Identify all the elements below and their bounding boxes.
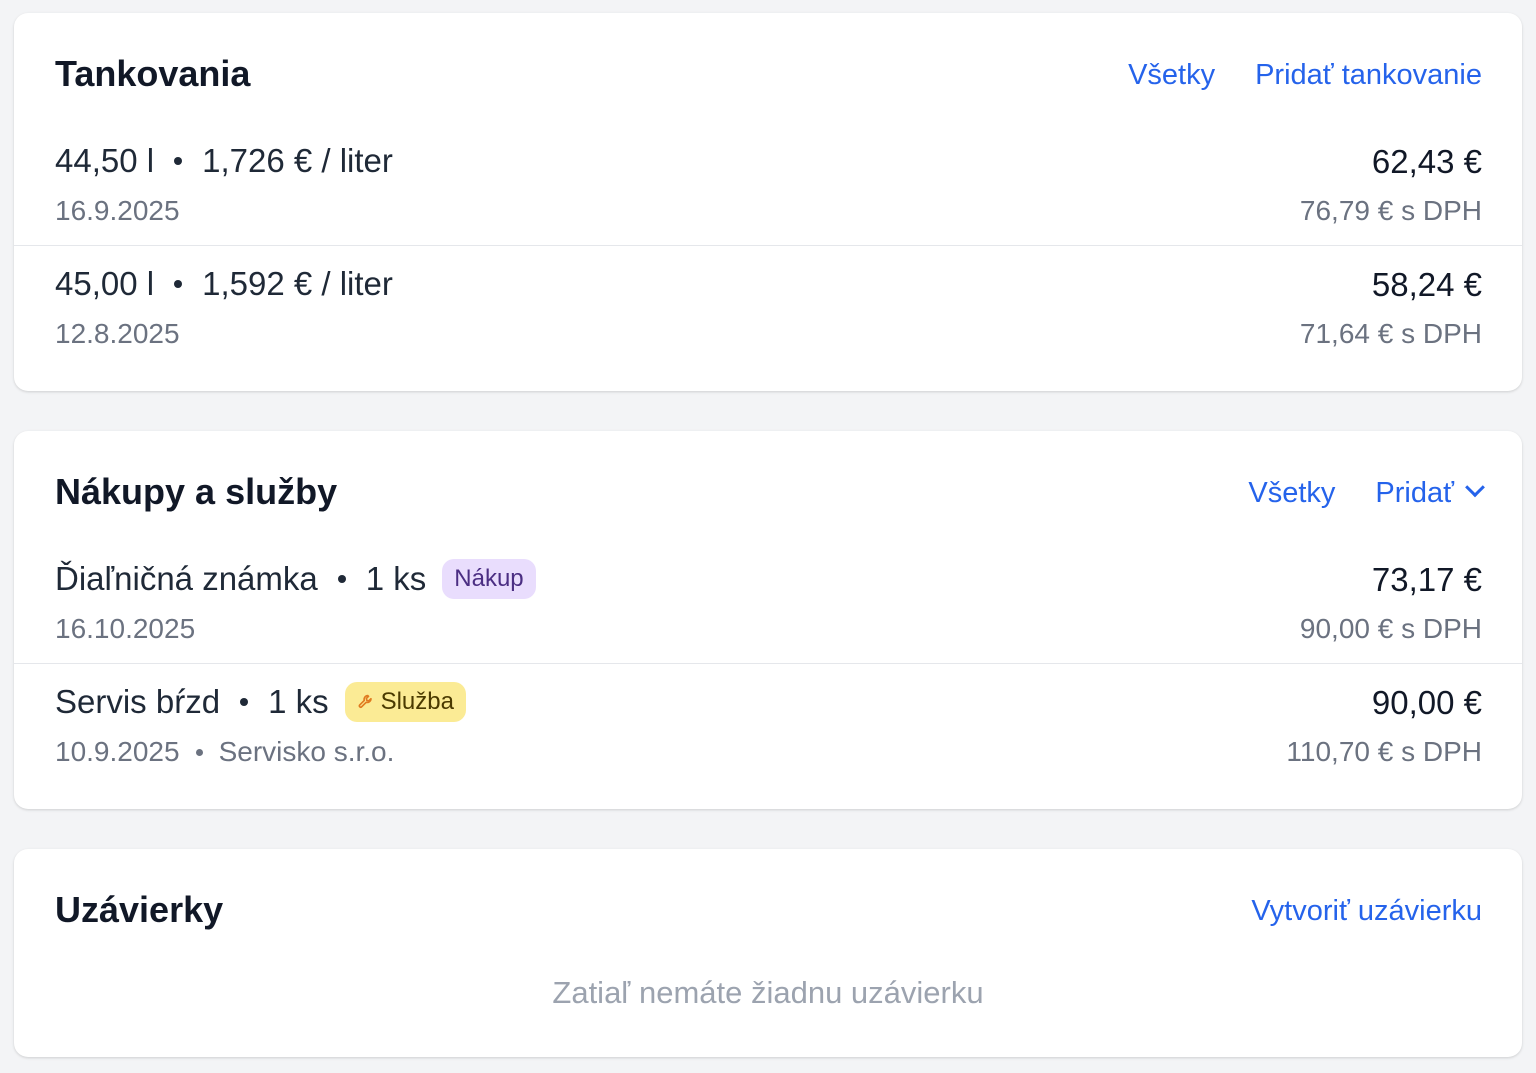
purchases-actions: Všetky Pridať: [1248, 475, 1485, 511]
purchase-price: 73,17 €: [1371, 561, 1482, 598]
fuel-price: 58,24 €: [1371, 266, 1482, 303]
fuel-title: Tankovania: [55, 53, 251, 94]
separator-dot: [195, 748, 203, 756]
purchase-qty: 1 ks: [268, 683, 329, 720]
fuel-price: 62,43 €: [1371, 143, 1482, 180]
fuel-unit-price: 1,592 € / liter: [202, 265, 393, 302]
add-purchase-label: Pridať: [1375, 477, 1454, 509]
fuel-card-header: Tankovania Všetky Pridať tankovanie: [14, 13, 1522, 123]
purchase-vendor: Servisko s.r.o.: [218, 736, 395, 767]
purchase-date: 16.10.2025: [55, 613, 196, 644]
purchase-sub: 10.9.2025 Servisko s.r.o.: [55, 732, 394, 772]
closings-card-header: Uzávierky Vytvoriť uzávierku: [14, 849, 1522, 959]
purchase-row-main: Ďiaľničná známka 1 ks Nákup: [55, 551, 536, 607]
purchase-sub: 16.10.2025: [55, 609, 195, 649]
closings-empty-state: Zatiaľ nemáte žiadnu uzávierku: [552, 975, 984, 1010]
fuel-liters: 45,00 l: [55, 265, 155, 302]
fuel-date: 12.8.2025: [55, 318, 180, 349]
separator-dot: [174, 157, 183, 165]
service-badge: Služba: [344, 682, 466, 722]
purchases-card: Nákupy a služby Všetky Pridať Ďiaľničná …: [14, 431, 1522, 809]
purchase-name: Servis bŕzd: [55, 683, 221, 720]
add-purchase-dropdown[interactable]: Pridať: [1375, 475, 1485, 511]
purchase-row[interactable]: Servis bŕzd 1 ks Služba 10.9.2025 Servis…: [14, 663, 1522, 809]
purchase-price-vat: 90,00 € s DPH: [1299, 613, 1482, 644]
purchase-badge-label: Nákup: [454, 565, 524, 592]
purchases-all-link[interactable]: Všetky: [1248, 475, 1335, 511]
fuel-card: Tankovania Všetky Pridať tankovanie 44,5…: [14, 13, 1522, 391]
create-closing-link[interactable]: Vytvoriť uzávierku: [1251, 893, 1482, 929]
service-badge-label: Služba: [380, 688, 454, 715]
fuel-price-vat: 71,64 € s DPH: [1299, 318, 1482, 349]
purchase-badge: Nákup: [442, 559, 536, 599]
fuel-liters: 44,50 l: [55, 142, 155, 179]
separator-dot: [174, 280, 183, 288]
closings-card: Uzávierky Vytvoriť uzávierku Zatiaľ nemá…: [14, 849, 1522, 1057]
fuel-row[interactable]: 45,00 l 1,592 € / liter 12.8.2025 58,24 …: [14, 245, 1522, 391]
separator-dot: [337, 575, 346, 583]
fuel-row-main: 45,00 l 1,592 € / liter: [55, 256, 393, 312]
closings-actions: Vytvoriť uzávierku: [1251, 893, 1482, 929]
purchase-name: Ďiaľničná známka: [55, 560, 318, 597]
fuel-date: 16.9.2025: [55, 195, 180, 226]
fuel-all-link[interactable]: Všetky: [1128, 57, 1215, 93]
purchase-price: 90,00 €: [1371, 684, 1482, 721]
add-fuel-link[interactable]: Pridať tankovanie: [1255, 57, 1482, 93]
purchase-date: 10.9.2025: [55, 736, 180, 767]
purchase-price-vat: 110,70 € s DPH: [1286, 736, 1482, 767]
closings-title: Uzávierky: [55, 889, 224, 930]
purchases-card-header: Nákupy a služby Všetky Pridať: [14, 431, 1522, 541]
fuel-unit-price: 1,726 € / liter: [202, 142, 393, 179]
fuel-actions: Všetky Pridať tankovanie: [1128, 57, 1482, 93]
purchase-qty: 1 ks: [365, 560, 427, 597]
purchases-title: Nákupy a služby: [55, 471, 338, 512]
purchase-row-main: Servis bŕzd 1 ks Služba: [55, 674, 466, 730]
fuel-row-main: 44,50 l 1,726 € / liter: [55, 133, 393, 189]
wrench-icon: [358, 694, 372, 709]
fuel-price-vat: 76,79 € s DPH: [1299, 195, 1482, 226]
chevron-down-icon: [1465, 477, 1485, 498]
separator-dot: [240, 698, 249, 706]
